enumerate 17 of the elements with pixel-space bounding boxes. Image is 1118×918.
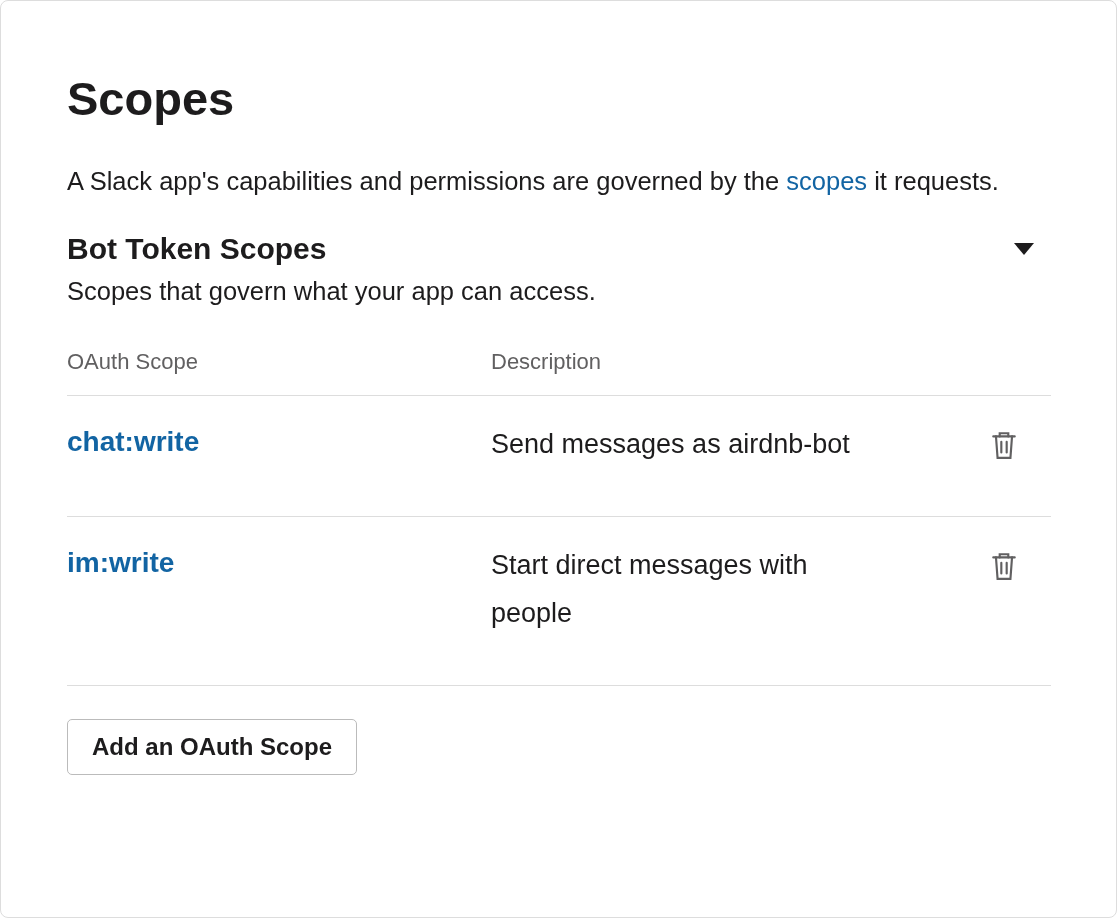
section-subtitle: Scopes that govern what your app can access. [67, 276, 597, 307]
column-header: OAuth Scope [67, 348, 199, 376]
scopes-link[interactable]: scopes [786, 167, 868, 195]
add-scope-button[interactable]: Add an OAuth Scope [67, 719, 357, 775]
column-header: Description [491, 348, 603, 376]
delete-button[interactable] [991, 551, 1017, 581]
section-title: Bot Token Scopes [67, 231, 327, 267]
scope-link[interactable]: chat:write [67, 424, 200, 460]
scope-description: Start direct messages with people [491, 549, 809, 630]
trash-icon [991, 430, 1017, 460]
scope-link[interactable]: im:write [67, 545, 175, 581]
description-paragraph: A Slack app's capabilities and permissions are governed by the scopes it requests. [67, 166, 1000, 197]
trash-icon [991, 551, 1017, 581]
scope-description: Send messages as airdnb-bot [491, 428, 851, 461]
caret-icon[interactable] [1014, 243, 1034, 255]
delete-button[interactable] [991, 430, 1017, 460]
page-title: Scopes [67, 71, 236, 127]
